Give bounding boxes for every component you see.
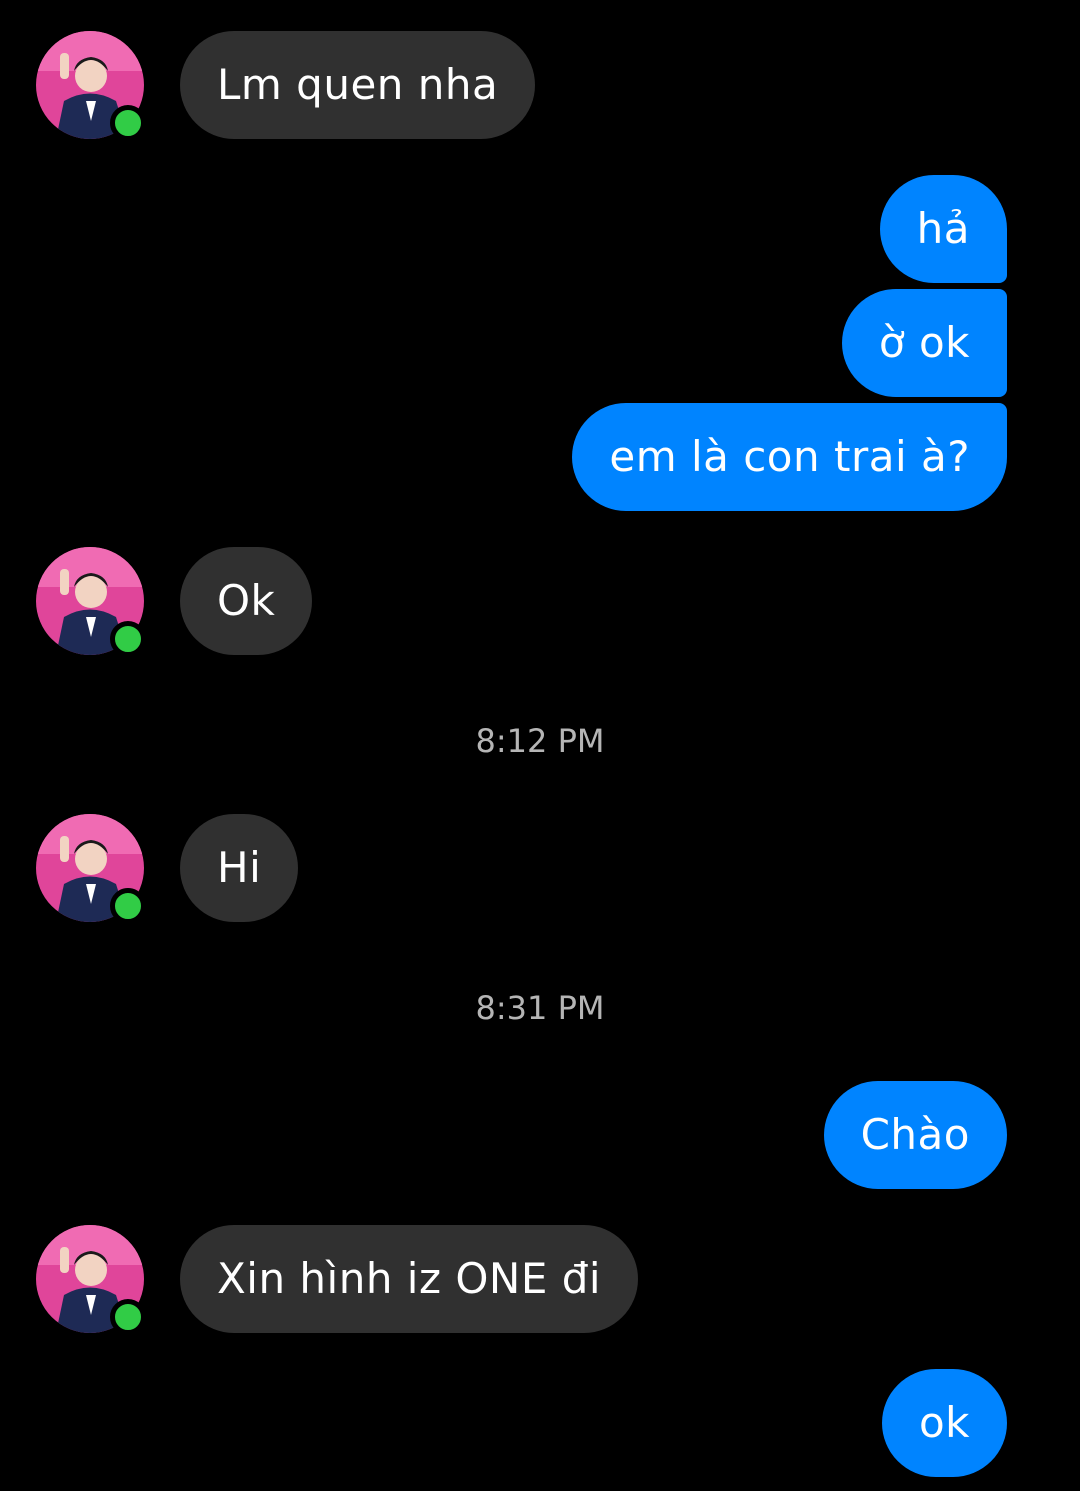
incoming-message-bubble[interactable]: Hi — [180, 814, 299, 922]
outgoing-message-bubble[interactable]: hả — [879, 175, 1007, 283]
online-status-dot — [110, 1299, 146, 1335]
incoming-message-bubble[interactable]: Ok — [180, 547, 313, 655]
chat-thread[interactable]: Lm quen nha hả ờ ok em là con trai à? Ok… — [0, 0, 1080, 1491]
contact-avatar[interactable] — [36, 31, 146, 141]
outgoing-message-bubble[interactable]: ờ ok — [841, 289, 1007, 397]
online-status-dot — [110, 621, 146, 657]
contact-avatar[interactable] — [36, 814, 146, 924]
contact-avatar[interactable] — [36, 547, 146, 657]
contact-avatar[interactable] — [36, 1225, 146, 1335]
online-status-dot — [110, 888, 146, 924]
incoming-message-bubble[interactable]: Xin hình iz ONE đi — [180, 1225, 639, 1333]
message-timestamp: 8:12 PM — [475, 722, 605, 760]
outgoing-message-bubble[interactable]: Chào — [823, 1081, 1007, 1189]
online-status-dot — [110, 105, 146, 141]
outgoing-message-bubble[interactable]: em là con trai à? — [572, 403, 1007, 511]
incoming-message-bubble[interactable]: Lm quen nha — [180, 31, 536, 139]
outgoing-message-bubble[interactable]: ok — [881, 1369, 1007, 1477]
message-timestamp: 8:31 PM — [475, 989, 605, 1027]
